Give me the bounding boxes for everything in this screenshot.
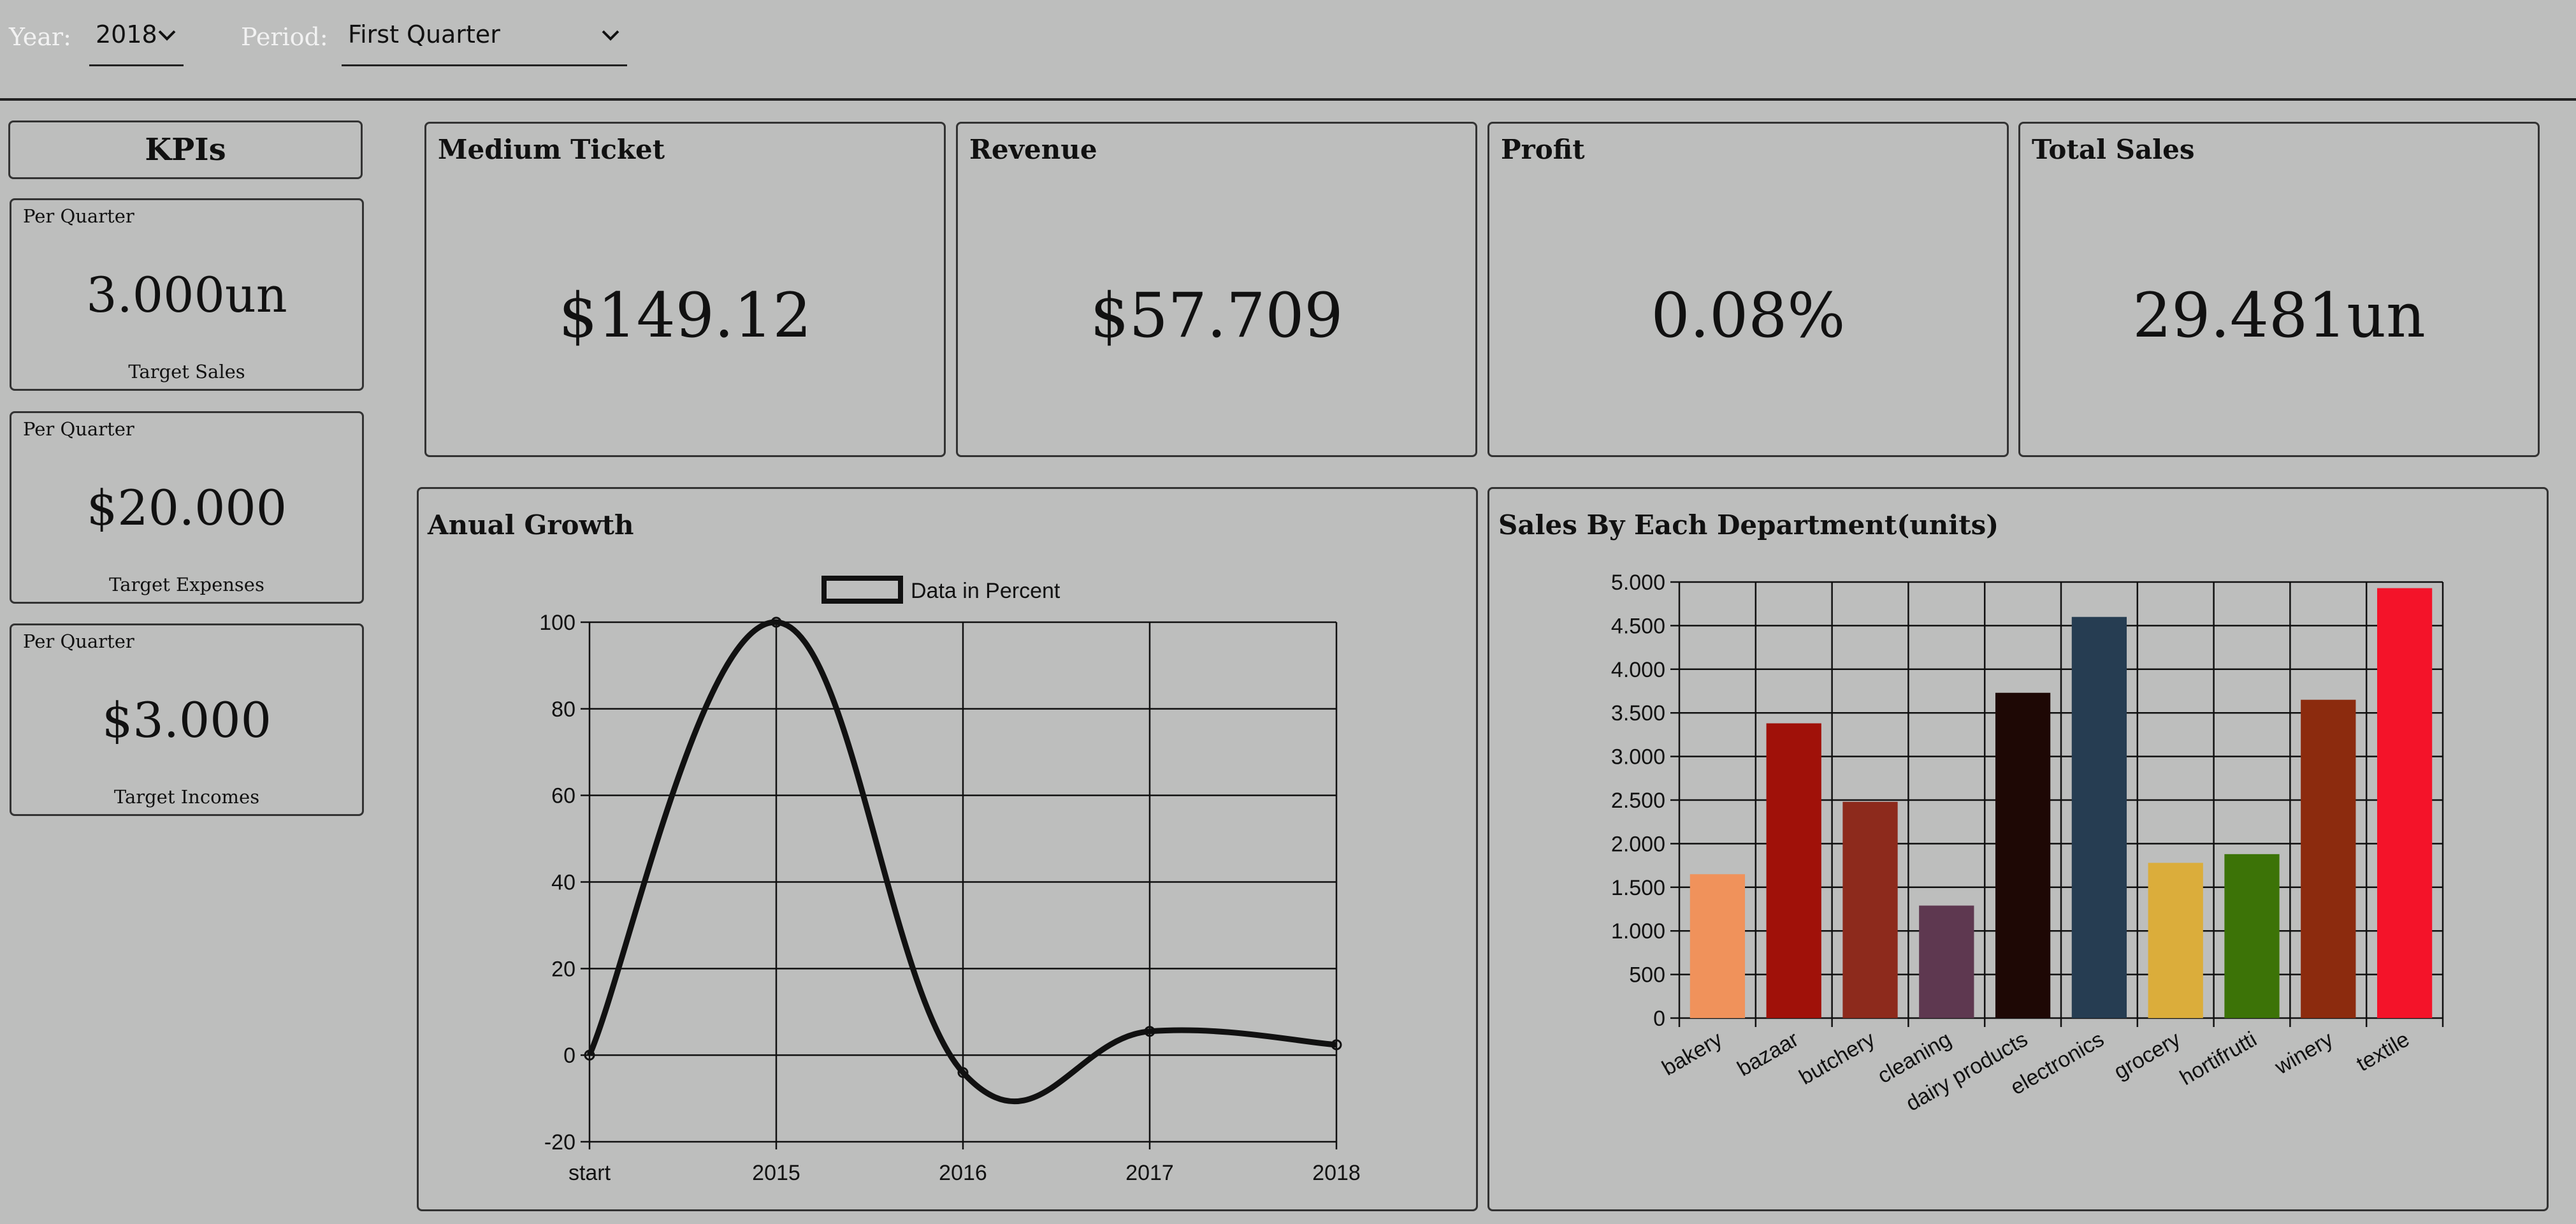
kpi-period: Per Quarter (23, 205, 134, 227)
y-tick-label: 3.000 (1611, 745, 1665, 769)
x-tick-label: 2017 (1125, 1161, 1174, 1185)
bar (1842, 801, 1898, 1018)
metric-card-medium-ticket: Medium Ticket $149.12 (424, 122, 946, 457)
period-select-value: First Quarter (348, 20, 500, 48)
x-tick-label: butchery (1795, 1027, 1879, 1089)
x-tick-label: grocery (2110, 1027, 2185, 1084)
annual-growth-chart: -20 0 20 40 60 80 100 start 2015 2016 2017 2018 Data… (539, 576, 1361, 1185)
year-select-value: 2018 (96, 20, 157, 48)
x-tick-label: start (568, 1161, 611, 1185)
x-tick-label: textile (2352, 1027, 2413, 1076)
bar (1766, 723, 1821, 1018)
metric-title: Revenue (969, 134, 1097, 165)
y-tick-label: 4.000 (1611, 658, 1665, 682)
metric-title: Total Sales (2032, 134, 2195, 165)
y-tick-label: 1.500 (1611, 876, 1665, 900)
y-tick-label: 0 (1653, 1007, 1665, 1031)
y-tick-label: 5.000 (1611, 571, 1665, 595)
metric-card-total-sales: Total Sales 29.481un (2018, 122, 2540, 457)
kpi-period: Per Quarter (23, 418, 134, 440)
y-tick-label: 500 (1629, 963, 1665, 987)
kpi-target-label: Target Expenses (109, 574, 264, 595)
y-tick-label: 2.500 (1611, 789, 1665, 813)
legend-label: Data in Percent (911, 579, 1060, 603)
y-tick-label: 3.500 (1611, 701, 1665, 725)
bar (1995, 692, 2051, 1018)
x-tick-label: 2018 (1312, 1161, 1361, 1185)
bar (2071, 616, 2127, 1018)
y-tick-label: -20 (544, 1130, 575, 1155)
x-tick-label: winery (2270, 1027, 2337, 1080)
kpi-target-label: Target Sales (128, 361, 245, 382)
metric-title: Profit (1501, 134, 1585, 165)
metric-value: 29.481un (2132, 280, 2426, 351)
chevron-down-icon (602, 30, 619, 41)
bar (2301, 699, 2356, 1018)
x-tick-label: hortifrutti (2176, 1027, 2261, 1090)
kpi-value: $3.000 (102, 692, 271, 748)
x-tick-label: bakery (1658, 1027, 1726, 1081)
metric-card-profit: Profit 0.08% (1487, 122, 2009, 457)
metric-value: 0.08% (1651, 280, 1846, 351)
bar (2148, 863, 2203, 1018)
metric-value: $57.709 (1090, 280, 1343, 351)
bar (2224, 854, 2280, 1018)
x-tick-label: bazaar (1733, 1027, 1803, 1081)
kpi-period: Per Quarter (23, 630, 134, 652)
y-tick-label: 20 (551, 957, 575, 981)
period-select[interactable]: First Quarter (342, 17, 627, 66)
y-tick-label: 80 (551, 697, 575, 722)
annual-growth-panel: Anual Growth -20 0 20 40 60 80 100 start 2015 201… (417, 487, 1478, 1211)
department-sales-panel: Sales By Each Department(units) 0 500 1.00… (1487, 487, 2549, 1211)
filter-bar: Year: 2018 Period: First Quarter (0, 0, 2576, 101)
period-label: Period: (241, 23, 328, 51)
metric-title: Medium Ticket (438, 134, 665, 165)
kpi-value: $20.000 (86, 479, 287, 536)
year-label: Year: (9, 23, 71, 51)
kpi-card-target-sales: Per Quarter 3.000un Target Sales (10, 198, 364, 391)
kpi-card-target-incomes: Per Quarter $3.000 Target Incomes (10, 623, 364, 816)
chevron-down-icon (158, 30, 176, 41)
kpi-card-target-expenses: Per Quarter $20.000 Target Expenses (10, 411, 364, 604)
x-tick-label: 2016 (939, 1161, 987, 1185)
y-tick-label: 1.000 (1611, 919, 1665, 943)
kpi-value: 3.000un (86, 266, 287, 323)
y-tick-label: 40 (551, 871, 575, 895)
y-tick-label: 0 (563, 1044, 575, 1068)
department-sales-chart: 0 500 1.000 1.500 2.000 2.500 3.000 3.500 4.000 4… (1611, 571, 2444, 1116)
bar (1919, 905, 1974, 1018)
metric-value: $149.12 (558, 280, 812, 351)
legend-swatch (821, 576, 903, 604)
bar (2377, 588, 2433, 1018)
kpi-target-label: Target Incomes (113, 786, 260, 808)
kpis-header: KPIs (8, 120, 363, 179)
y-tick-label: 60 (551, 784, 575, 808)
year-select[interactable]: 2018 (89, 17, 184, 66)
y-tick-label: 4.500 (1611, 614, 1665, 638)
bar (1690, 874, 1746, 1018)
x-tick-label: 2015 (752, 1161, 800, 1185)
y-tick-label: 2.000 (1611, 832, 1665, 856)
metric-card-revenue: Revenue $57.709 (956, 122, 1477, 457)
y-tick-label: 100 (539, 611, 575, 635)
